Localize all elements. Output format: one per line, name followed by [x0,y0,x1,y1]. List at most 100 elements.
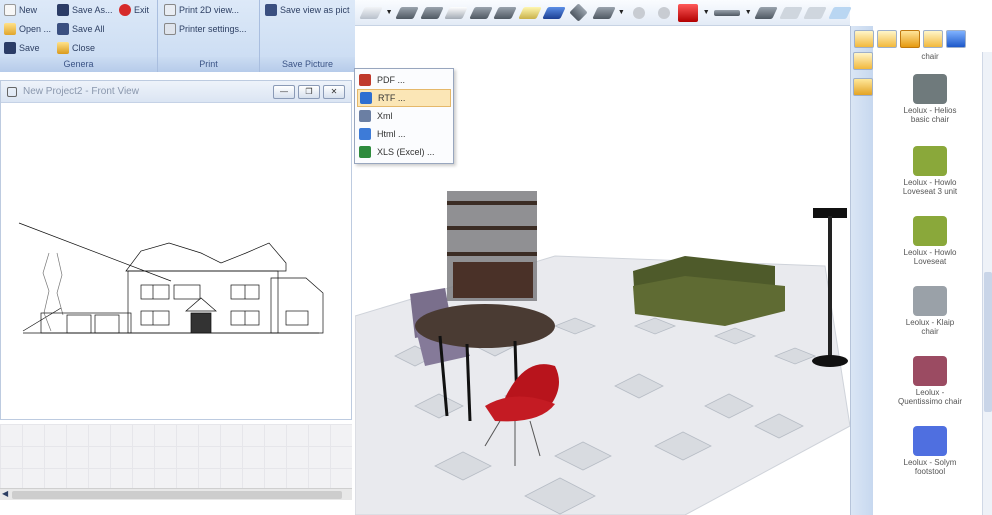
library-item[interactable]: Leolux - Helios basic chair [875,74,985,124]
printer-settings-icon [164,23,176,35]
print-2d-view-button[interactable]: Print 2D view... [164,2,239,18]
fit-view-button[interactable] [827,3,852,23]
cube-icon [359,6,384,19]
library-side-strip [851,26,873,515]
surface-tool-button[interactable] [591,3,616,23]
pen-tool-button[interactable] [444,3,468,23]
door-tool-button[interactable] [493,3,518,23]
library-scrollbar[interactable] [982,52,992,515]
horizontal-scrollbar[interactable]: ◀ [0,488,352,500]
render-icon [678,3,699,22]
save-picture-icon [265,4,277,16]
library-item-thumbnail [913,356,947,386]
export-excel-label: XLS (Excel) ... [377,147,435,157]
folder-icon[interactable] [853,78,873,96]
print-group-label: Print [158,57,259,72]
export-pdf-item[interactable]: PDF ... [357,71,451,89]
catalog-icon[interactable] [877,30,897,48]
export-html-item[interactable]: Html ... [357,125,451,143]
library-tabs [851,26,992,52]
close-window-button[interactable]: ✕ [323,85,345,99]
close-project-button[interactable]: Close [57,40,95,56]
new-button[interactable]: New [4,2,37,18]
ribbon-group-print: Print 2D view... Printer settings... Pri… [158,0,260,72]
ribbon-group-general: New Open ... Save Save As... Save All Cl… [0,0,158,72]
dimension-tool-button[interactable] [778,3,803,23]
room-tool-button[interactable] [419,3,444,23]
scrollbar-thumb[interactable] [12,491,342,499]
open-button[interactable]: Open ... [4,21,51,37]
window-icon [7,86,17,97]
furniture-icon[interactable] [900,30,920,48]
printer-settings-button[interactable]: Printer settings... [164,21,247,37]
library-item[interactable]: Leolux - Solym footstool [875,426,985,476]
minimize-button[interactable]: — [273,85,295,99]
xml-icon [359,110,371,122]
save-button[interactable]: Save [4,40,40,56]
dimension-multi-button[interactable] [803,3,827,23]
library-item[interactable]: Leolux - Quentissimo chair [875,356,985,406]
open-label: Open ... [19,24,52,34]
diamond-tool-button[interactable] [569,3,590,23]
render-dropdown-arrow[interactable]: ▼ [703,3,710,23]
floor-tool-button[interactable] [468,3,493,23]
open-folder-tab-icon[interactable] [923,30,943,48]
export-rtf-label: RTF ... [378,93,406,103]
plan-window-title: New Project2 - Front View [23,86,139,97]
save-picture-group-label: Save Picture [260,57,355,72]
measure-dropdown-arrow[interactable]: ▼ [745,3,752,23]
magnifier-icon [633,6,646,19]
export-menu: PDF ... RTF ... Xml Html ... XLS (Excel)… [354,68,454,164]
wall-icon [395,6,419,19]
library-item-thumbnail [913,426,947,456]
library-item[interactable]: chair [875,52,985,61]
library-item-label: Leolux - Helios basic chair [903,106,957,124]
magnifier-minus-icon [657,6,670,19]
render-button[interactable] [678,3,699,23]
library-scrollbar-thumb[interactable] [984,272,992,412]
library-category-icon[interactable] [853,52,873,70]
grid-tool-button[interactable] [542,3,567,23]
surface-dropdown-arrow[interactable]: ▼ [618,3,625,23]
floor-icon [468,6,493,19]
measure-tool-button[interactable] [714,3,741,23]
grid-icon [542,6,567,19]
scroll-left-icon[interactable]: ◀ [2,489,8,498]
export-rtf-item[interactable]: RTF ... [357,89,451,107]
library-item-thumbnail [913,216,947,246]
ribbon-group-save-picture: Save view as pict Save Picture [260,0,355,72]
zoom-out-button[interactable] [654,3,675,23]
room-icon [419,6,444,19]
globe-icon[interactable] [946,30,966,48]
printer-settings-label: Printer settings... [179,24,247,34]
view-toolbar: ▼ ▼ ▼ ▼ [355,0,852,26]
close-folder-icon [57,42,69,54]
export-excel-item[interactable]: XLS (Excel) ... [357,143,451,161]
library-item[interactable]: Leolux - Howlo Loveseat 3 unit [875,146,985,196]
plan-window-titlebar: New Project2 - Front View — ❐ ✕ [1,81,351,103]
save-all-icon [57,23,69,35]
new-document-icon [4,4,16,16]
object-library-panel: chair Leolux - Helios basic chair Leolux… [850,26,992,515]
zoom-in-button[interactable] [629,3,650,23]
save-as-button[interactable]: Save As... [57,2,113,18]
dimension-icon [778,6,803,19]
camera-view-button[interactable] [359,3,384,23]
save-view-label: Save view as pict [280,5,350,15]
sofa [633,256,785,326]
bookshelf [447,191,537,301]
view-dropdown-arrow[interactable]: ▼ [386,3,393,23]
restore-button[interactable]: ❐ [298,85,320,99]
up-folder-icon[interactable] [854,30,874,48]
save-all-button[interactable]: Save All [57,21,105,37]
front-view-drawing[interactable] [1,103,351,418]
wall-tool-button[interactable] [395,3,419,23]
save-view-as-picture-button[interactable]: Save view as pict [265,2,350,18]
dimension-multi-icon [803,6,827,19]
export-xml-item[interactable]: Xml [357,107,451,125]
exit-button[interactable]: Exit [119,2,149,18]
library-item[interactable]: Leolux - Klaip chair [875,286,985,336]
library-item[interactable]: Leolux - Howlo Loveseat [875,216,985,266]
light-tool-button[interactable] [518,3,542,23]
stairs-tool-button[interactable] [754,3,778,23]
